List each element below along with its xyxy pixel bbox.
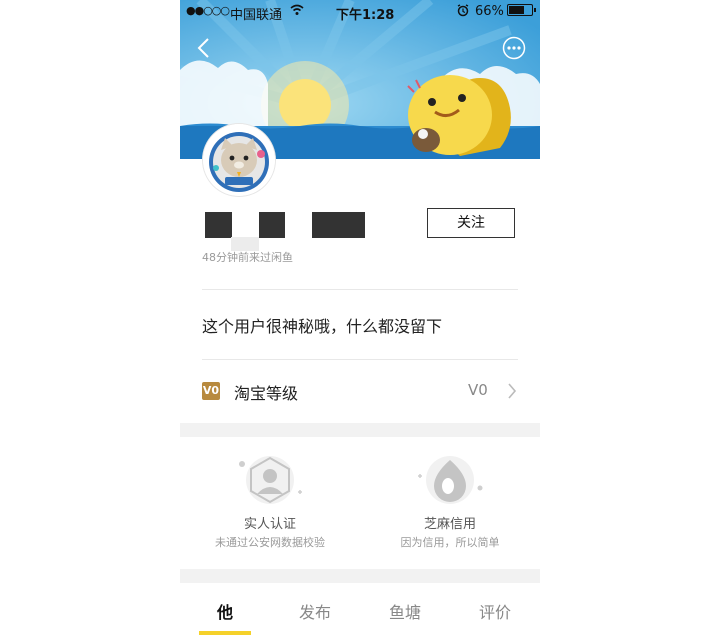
taobao-level-icon: V0 [202,382,220,400]
signal-strength: ●●○○○ [186,4,230,17]
back-arrow-icon [197,38,209,58]
taobao-level-label: 淘宝等级 [234,384,299,403]
divider [202,289,518,290]
active-tab-indicator [199,631,251,635]
real-name-verification[interactable]: 实人认证 未通过公安网数据校验 [180,452,360,562]
tab-him[interactable]: 他 [180,599,270,623]
sesame-credit-title: 芝麻信用 [423,517,476,532]
back-button[interactable] [194,34,218,62]
follow-button[interactable]: 关注 [427,208,515,238]
more-button[interactable] [502,36,526,60]
battery-fill [509,6,524,14]
section-separator [180,423,540,437]
user-bio: 这个用户很神秘哦，什么都没留下 [202,317,443,336]
tab-reviews[interactable]: 评价 [450,599,540,623]
divider [202,359,518,360]
avatar[interactable] [203,124,275,196]
tab-fish-pond[interactable]: 鱼塘 [360,599,450,623]
carrier-name: 中国联通 [230,8,283,23]
real-name-title: 实人认证 [243,517,296,532]
person-verify-icon [239,456,302,504]
taobao-level-value: V0 [468,381,488,399]
profile-screen: ●●○○○ 中国联通 下午1:28 66% 关注 48分钟前来过闲鱼 这个用户很… [180,0,540,639]
status-time: 下午1:28 [336,8,395,23]
battery-icon [507,4,536,16]
tab-published[interactable]: 发布 [270,599,360,623]
sesame-credit[interactable]: 芝麻信用 因为信用，所以简单 [360,452,540,562]
chevron-right-icon [508,383,517,399]
sesame-credit-icon [418,456,483,504]
profile-tabs: 他 发布 鱼塘 评价 [180,583,540,639]
real-name-subtitle: 未通过公安网数据校验 [215,536,325,549]
last-visit-text: 48分钟前来过闲鱼 [202,251,293,262]
avatar-image [203,124,275,196]
sesame-credit-subtitle: 因为信用，所以简单 [400,536,500,549]
redaction-patch [231,237,259,251]
taobao-level-row[interactable]: V0 淘宝等级 V0 [180,370,540,414]
section-separator [180,569,540,583]
status-bar: ●●○○○ 中国联通 下午1:28 66% [180,0,540,23]
battery-percent: 66% [475,4,504,19]
more-icon [502,36,526,60]
